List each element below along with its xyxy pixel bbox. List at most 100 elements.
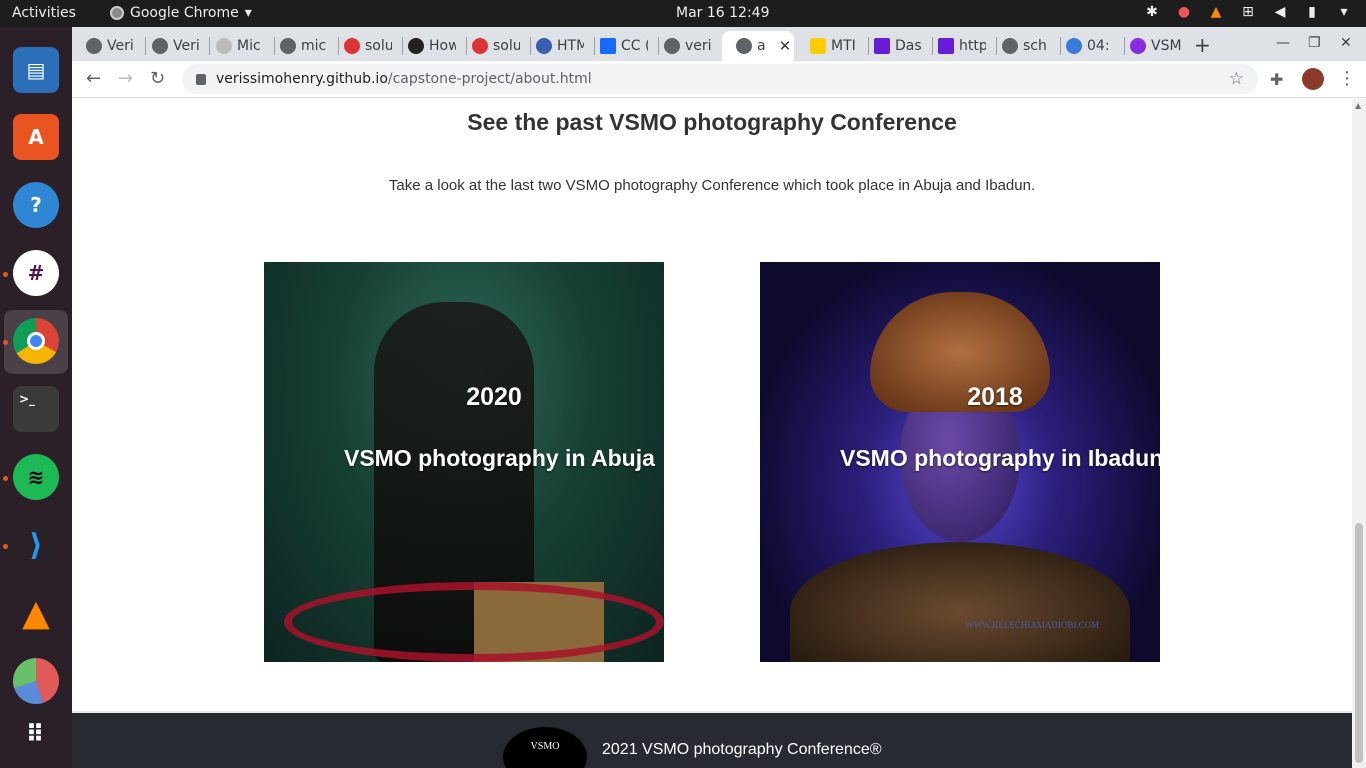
activities-button[interactable]: Activities bbox=[12, 5, 76, 21]
tab[interactable]: 04: bbox=[1052, 31, 1114, 61]
slack-icon[interactable]: # bbox=[13, 250, 59, 296]
web-page: See the past VSMO photography Conference… bbox=[72, 99, 1352, 768]
battery-icon[interactable]: ▮ bbox=[1304, 4, 1320, 20]
tab-active[interactable]: a ✕ bbox=[722, 31, 794, 61]
globe-icon bbox=[1002, 38, 1018, 54]
card-label: VSMO photography in Ibadun bbox=[840, 445, 1160, 471]
bookmark-star-icon[interactable]: ☆ bbox=[1229, 69, 1244, 89]
globe-icon bbox=[736, 38, 752, 54]
app-menu-label: Google Chrome bbox=[130, 5, 239, 21]
page-footer: VSMO 2021 VSMO photography Conference® bbox=[72, 711, 1352, 768]
loading-icon bbox=[1066, 38, 1082, 54]
hackerrank-icon bbox=[344, 38, 360, 54]
spotify-icon[interactable]: ≋ bbox=[13, 454, 59, 500]
disk-usage-icon[interactable] bbox=[13, 658, 59, 704]
microverse-icon bbox=[938, 38, 954, 54]
tab[interactable]: Das bbox=[860, 31, 922, 61]
page-scrollbar[interactable]: ▲ bbox=[1352, 99, 1366, 768]
running-indicator bbox=[3, 544, 8, 549]
gear-icon bbox=[1130, 38, 1146, 54]
tab[interactable]: HTM bbox=[522, 31, 584, 61]
url-path: /capstone-project/about.html bbox=[387, 71, 592, 87]
hackerrank-icon bbox=[472, 38, 488, 54]
tab[interactable]: http bbox=[924, 31, 986, 61]
tab[interactable]: solu bbox=[458, 31, 520, 61]
libreoffice-writer-icon[interactable]: ▤ bbox=[13, 47, 59, 93]
clock[interactable]: Mar 16 12:49 bbox=[676, 5, 769, 21]
running-indicator bbox=[3, 340, 8, 345]
tab-strip: Veri Veri Mic mic solu How solu HTM CC (… bbox=[72, 27, 1366, 61]
new-tab-button[interactable]: + bbox=[1194, 33, 1211, 57]
chrome-icon bbox=[110, 6, 124, 20]
system-top-bar: Activities Google Chrome ▾ Mar 16 12:49 … bbox=[0, 0, 1366, 27]
power-icon[interactable]: ▾ bbox=[1336, 4, 1352, 20]
tab[interactable]: Veri bbox=[72, 31, 136, 61]
google-chrome-icon[interactable] bbox=[13, 318, 59, 364]
microverse-icon bbox=[216, 38, 232, 54]
app-menu[interactable]: Google Chrome ▾ bbox=[110, 5, 252, 21]
vlc-icon[interactable]: ▲ bbox=[13, 590, 59, 636]
conference-card-ibadun[interactable]: WWW.KELECHIAMADIOBI.COM 2018 VSMO photog… bbox=[760, 262, 1160, 662]
extensions-icon[interactable]: ✚ bbox=[1270, 70, 1283, 89]
scrollbar-thumb[interactable] bbox=[1355, 523, 1363, 763]
vlc-tray-icon[interactable]: ▲ bbox=[1208, 4, 1224, 20]
terminal-icon[interactable]: >_ bbox=[13, 386, 59, 432]
scroll-up-arrow[interactable]: ▲ bbox=[1355, 101, 1361, 110]
section-description: Take a look at the last two VSMO photogr… bbox=[388, 177, 1036, 194]
tab[interactable]: Veri bbox=[138, 31, 200, 61]
back-button[interactable]: ← bbox=[86, 68, 101, 89]
notification-icon[interactable]: ● bbox=[1176, 4, 1192, 20]
url-host: verissimohenry.github.io bbox=[216, 71, 388, 87]
tab[interactable]: MTI bbox=[796, 31, 858, 61]
browser-toolbar: ← → ↻ verissimohenry.github.io/capstone-… bbox=[72, 61, 1366, 98]
profile-avatar[interactable] bbox=[1302, 68, 1324, 90]
lock-icon[interactable] bbox=[196, 73, 206, 85]
help-icon[interactable]: ? bbox=[13, 182, 59, 228]
conference-card-abuja[interactable]: 2020 VSMO photography in Abuja bbox=[264, 262, 664, 662]
show-applications-icon[interactable]: ⠿ bbox=[13, 711, 59, 757]
minimize-button[interactable]: — bbox=[1276, 35, 1290, 51]
close-icon[interactable]: ✕ bbox=[779, 37, 792, 55]
system-tray[interactable]: ✱ ● ▲ ⊞ ◀ ▮ ▾ bbox=[1144, 4, 1352, 20]
footer-logo[interactable]: VSMO bbox=[503, 727, 587, 768]
site-icon bbox=[536, 38, 552, 54]
address-bar[interactable]: verissimohenry.github.io/capstone-projec… bbox=[182, 64, 1258, 94]
tab[interactable]: VSM bbox=[1116, 31, 1182, 61]
tab[interactable]: veri bbox=[650, 31, 712, 61]
tab[interactable]: Mic bbox=[202, 31, 264, 61]
github-icon bbox=[86, 38, 102, 54]
dock: ▤ A ? # >_ ≋ ⟩ ▲ ⠿ bbox=[0, 27, 72, 768]
tab[interactable]: CC ( bbox=[586, 31, 648, 61]
running-indicator bbox=[3, 272, 8, 277]
photo-fur bbox=[790, 542, 1130, 662]
card-year: 2018 bbox=[967, 383, 1023, 411]
photo-watermark: WWW.KELECHIAMADIOBI.COM bbox=[965, 620, 1100, 630]
site-icon bbox=[408, 38, 424, 54]
github-icon bbox=[280, 38, 296, 54]
volume-icon[interactable]: ◀ bbox=[1272, 4, 1288, 20]
close-window-button[interactable]: ✕ bbox=[1340, 35, 1352, 51]
mtn-icon bbox=[810, 38, 826, 54]
vscode-icon[interactable]: ⟩ bbox=[13, 522, 59, 568]
forward-button[interactable]: → bbox=[118, 68, 133, 89]
behance-icon bbox=[600, 38, 616, 54]
ubuntu-software-icon[interactable]: A bbox=[13, 114, 59, 160]
network-icon[interactable]: ⊞ bbox=[1240, 4, 1256, 20]
slack-tray-icon[interactable]: ✱ bbox=[1144, 4, 1160, 20]
tab[interactable]: sch bbox=[988, 31, 1050, 61]
running-indicator bbox=[3, 476, 8, 481]
reload-button[interactable]: ↻ bbox=[150, 68, 165, 89]
microverse-icon bbox=[874, 38, 890, 54]
tab[interactable]: How bbox=[394, 31, 456, 61]
chrome-window: Veri Veri Mic mic solu How solu HTM CC (… bbox=[72, 27, 1366, 768]
tab[interactable]: mic bbox=[266, 31, 328, 61]
maximize-button[interactable]: ❐ bbox=[1308, 35, 1321, 51]
card-year: 2020 bbox=[466, 383, 522, 411]
footer-copyright: 2021 VSMO photography Conference® bbox=[602, 741, 882, 758]
github-icon bbox=[664, 38, 680, 54]
photo-rope bbox=[284, 582, 664, 662]
section-title: See the past VSMO photography Conference bbox=[467, 109, 957, 135]
chevron-down-icon: ▾ bbox=[244, 5, 252, 21]
tab[interactable]: solu bbox=[330, 31, 392, 61]
chrome-menu-icon[interactable]: ⋮ bbox=[1338, 68, 1356, 89]
